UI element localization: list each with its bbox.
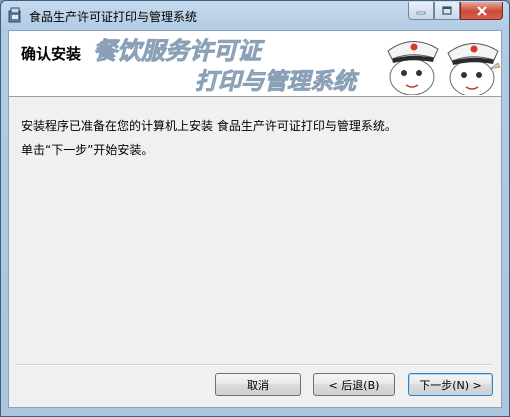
minimize-icon xyxy=(416,11,426,14)
step-heading: 确认安装 xyxy=(21,45,82,63)
install-ready-message: 安装程序已准备在您的计算机上安装 食品生产许可证打印与管理系统。 xyxy=(21,119,397,133)
next-button[interactable]: 下一步(N) > xyxy=(408,373,493,396)
click-next-instruction: 单击“下一步”开始安装。 xyxy=(21,143,154,157)
maximize-icon xyxy=(442,6,452,15)
officer-1 xyxy=(387,41,439,95)
title-bar[interactable]: 食品生产许可证打印与管理系统 xyxy=(1,1,509,29)
window-title: 食品生产许可证打印与管理系统 xyxy=(29,10,198,24)
cancel-button[interactable]: 取消 xyxy=(215,373,301,396)
close-icon xyxy=(476,5,487,16)
officer-2 xyxy=(447,43,501,95)
banner-calligraphy: 餐饮服务许可证 打印与管理系统 xyxy=(93,36,361,95)
officer-cartoon-logo xyxy=(387,41,501,95)
installer-content: 确认安装 餐饮服务许可证 打印与管理系统 安装程序已准备在您的计算机上安装 食品… xyxy=(8,30,502,408)
installer-window: 食品生产许可证打印与管理系统 确认安装 餐饮服务许可证 打印与管理系统 安装程序… xyxy=(0,0,510,417)
header-banner: 确认安装 餐饮服务许可证 打印与管理系统 xyxy=(9,31,501,97)
maximize-button[interactable] xyxy=(434,2,460,20)
footer-divider xyxy=(17,364,493,366)
calligraphy-line-1: 餐饮服务许可证 xyxy=(93,36,265,65)
minimize-button[interactable] xyxy=(408,2,434,20)
back-button[interactable]: < 后退(B) xyxy=(313,373,395,396)
close-button[interactable] xyxy=(460,2,503,20)
caption-buttons xyxy=(408,2,503,21)
calligraphy-line-2: 打印与管理系统 xyxy=(195,68,360,95)
app-icon xyxy=(8,7,21,23)
